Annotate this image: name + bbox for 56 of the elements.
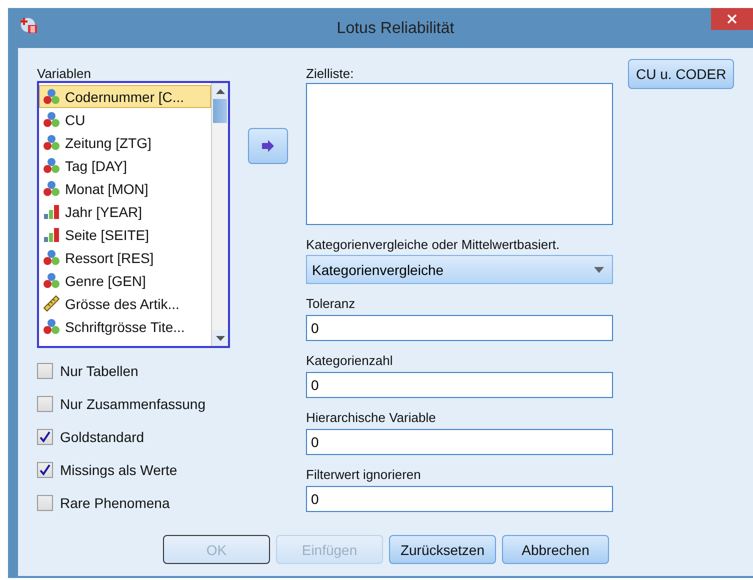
- checkbox-option[interactable]: Nur Zusammenfassung: [37, 395, 230, 413]
- variable-item[interactable]: Zeitung [ZTG]: [39, 131, 211, 154]
- checkbox-option[interactable]: Goldstandard: [37, 428, 230, 446]
- input-field[interactable]: 0: [306, 486, 613, 512]
- scroll-up-icon: [216, 88, 224, 94]
- scroll-thumb[interactable]: [213, 99, 227, 123]
- variable-item[interactable]: Grösse des Artik...: [39, 292, 211, 315]
- variable-item[interactable]: Schriftgrösse Tite...: [39, 315, 211, 338]
- app-icon: [20, 16, 38, 34]
- bar-chart-icon: [43, 226, 60, 243]
- checkbox-option[interactable]: Nur Tabellen: [37, 362, 230, 380]
- close-icon: [726, 13, 738, 25]
- nominal-icon: [43, 111, 60, 128]
- variable-item[interactable]: Genre [GEN]: [39, 269, 211, 292]
- variable-item[interactable]: Monat [MON]: [39, 177, 211, 200]
- nominal-icon: [43, 134, 60, 151]
- input-field[interactable]: 0: [306, 315, 613, 341]
- variable-item[interactable]: Jahr [YEAR]: [39, 200, 211, 223]
- check-icon: [39, 431, 51, 443]
- check-icon: [39, 464, 51, 476]
- move-button[interactable]: [248, 128, 288, 164]
- nominal-icon: [43, 272, 60, 289]
- window-title: Lotus Reliabilität: [336, 20, 456, 38]
- target-list-label: Zielliste:: [306, 66, 355, 81]
- target-list[interactable]: [306, 83, 613, 225]
- variable-item[interactable]: Ressort [RES]: [39, 246, 211, 269]
- variable-item[interactable]: Codernummer [C...: [39, 85, 211, 108]
- dialog-button[interactable]: Abbrechen: [502, 535, 609, 564]
- variables-label: Variablen: [37, 66, 92, 81]
- scroll-down-icon: [216, 336, 224, 340]
- ruler-icon: [43, 295, 60, 312]
- checkbox-option[interactable]: Missings als Werte: [37, 461, 230, 479]
- checkbox-option[interactable]: Rare Phenomena: [37, 494, 230, 512]
- close-button[interactable]: [711, 8, 753, 30]
- cu-coder-button[interactable]: CU u. CODER: [628, 59, 734, 89]
- mode-label: Kategorienvergleiche oder Mittelwertbasiert.: [306, 237, 561, 252]
- nominal-icon: [43, 249, 60, 266]
- field-label: Hierarchische Variable: [306, 410, 437, 425]
- field-label: Filterwert ignorieren: [306, 467, 422, 482]
- arrow-right-icon: [261, 140, 275, 152]
- input-field[interactable]: 0: [306, 372, 613, 398]
- nominal-icon: [43, 88, 60, 105]
- variable-item[interactable]: CU: [39, 108, 211, 131]
- scrollbar[interactable]: [211, 83, 228, 346]
- mode-dropdown[interactable]: Kategorienvergleiche: [306, 255, 613, 284]
- input-field[interactable]: 0: [306, 429, 613, 455]
- dialog-button[interactable]: Zurücksetzen: [389, 535, 496, 564]
- nominal-icon: [43, 318, 60, 335]
- nominal-icon: [43, 180, 60, 197]
- dropdown-arrow-icon: [594, 266, 604, 272]
- bar-chart-icon: [43, 203, 60, 220]
- variable-item[interactable]: Tag [DAY]: [39, 154, 211, 177]
- field-label: Kategorienzahl: [306, 353, 394, 368]
- field-label: Toleranz: [306, 296, 356, 311]
- variable-item[interactable]: Seite [SEITE]: [39, 223, 211, 246]
- nominal-icon: [43, 157, 60, 174]
